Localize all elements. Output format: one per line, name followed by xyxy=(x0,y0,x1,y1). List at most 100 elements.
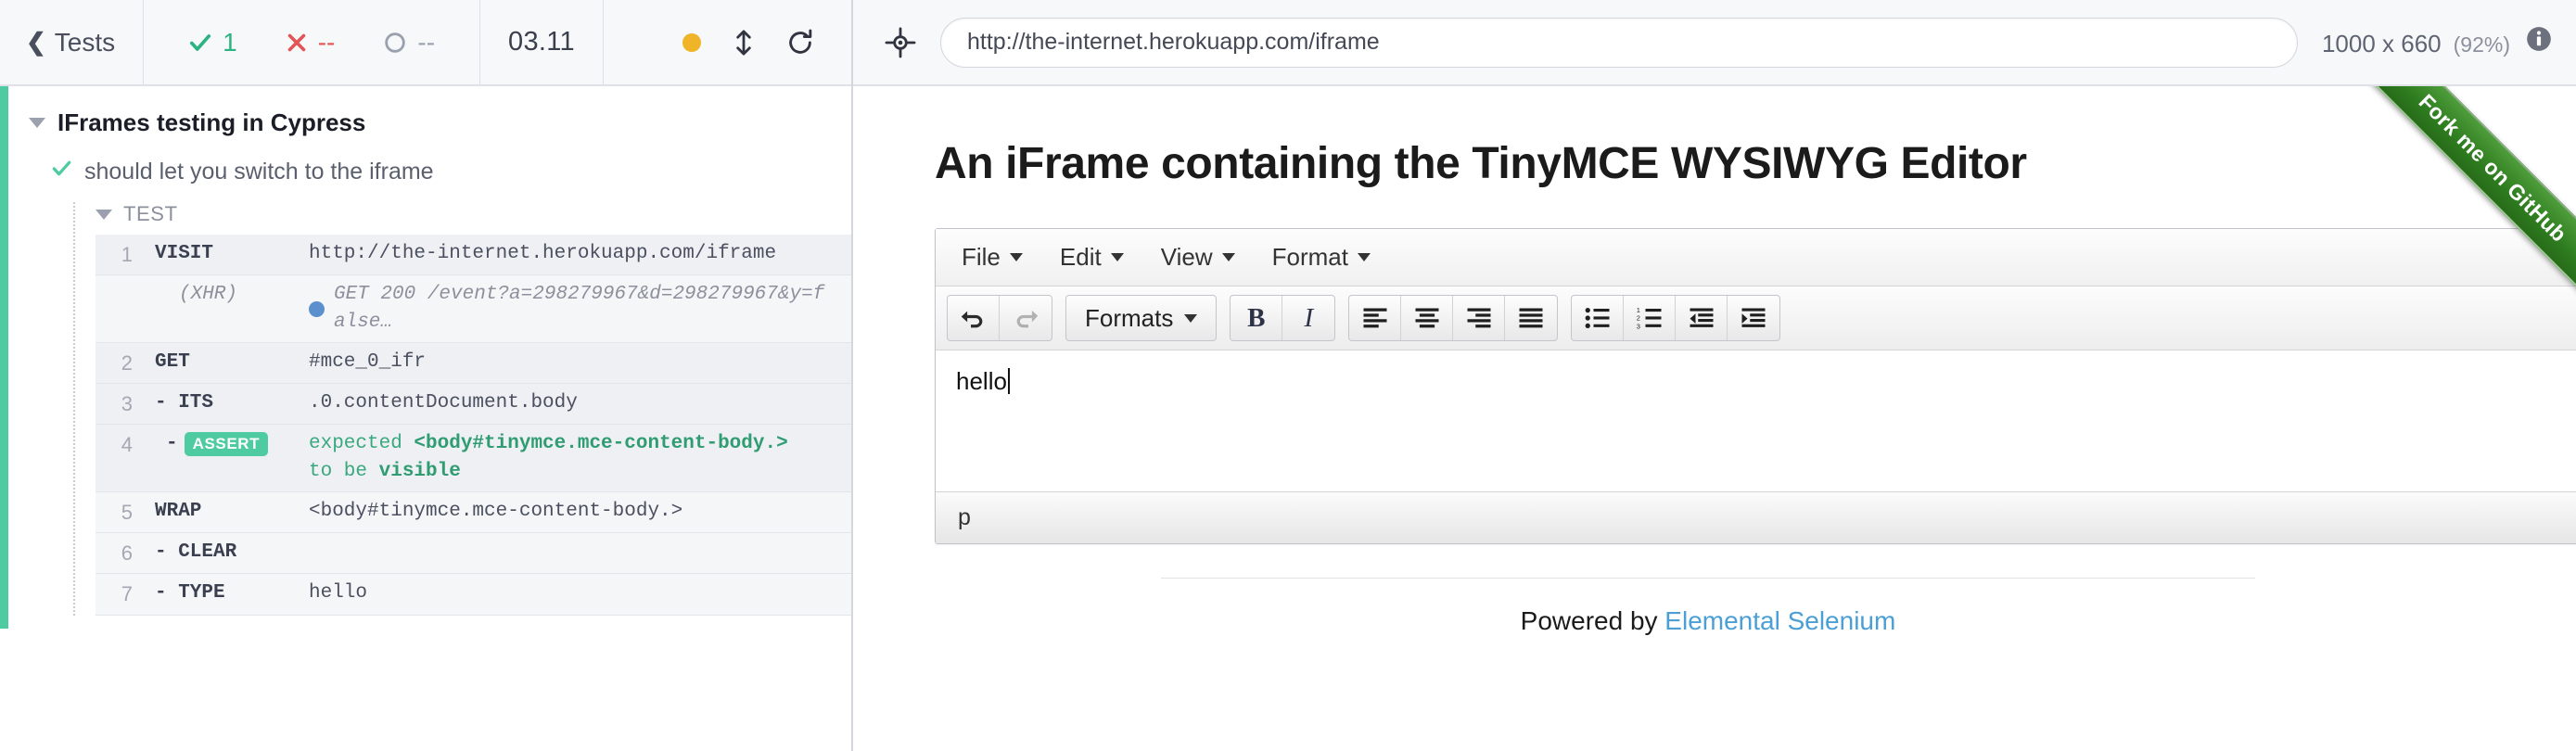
command-message: .0.contentDocument.body xyxy=(309,392,578,414)
editor-content-text: hello xyxy=(956,367,1007,395)
editor-menubar: File Edit View Format xyxy=(936,229,2576,286)
menu-edit[interactable]: Edit xyxy=(1043,235,1141,279)
menu-view-label: View xyxy=(1160,243,1213,271)
undo-button[interactable] xyxy=(948,296,1000,340)
svg-text:3: 3 xyxy=(1637,322,1640,330)
stat-failed: -- xyxy=(261,28,360,57)
back-to-tests-button[interactable]: ❮ Tests xyxy=(0,0,145,84)
command-row-xhr[interactable]: (XHR) GET 200 /event?a=298279967&d=29827… xyxy=(96,275,851,343)
italic-label: I xyxy=(1304,302,1314,333)
element-path[interactable]: p xyxy=(958,504,971,531)
command-row-assert[interactable]: 4 - ASSERT expected <body#tinymce.mce-co… xyxy=(96,425,851,492)
test-passed-check-icon xyxy=(51,158,72,185)
reporter-panel: ❮ Tests 1 -- -- 03.11 IFrames testing in… xyxy=(0,0,853,751)
suite-header[interactable]: IFrames testing in Cypress xyxy=(8,86,851,137)
toggle-auto-scroll-button[interactable] xyxy=(733,29,755,57)
hook-label-text: TEST xyxy=(123,202,178,225)
cypress-test-runner: ❮ Tests 1 -- -- 03.11 IFrames testing in… xyxy=(0,0,2576,751)
assert-subject: <body#tinymce.mce-content-body.> xyxy=(414,433,788,455)
stats-group: 1 -- -- xyxy=(144,0,481,84)
assert-message-mid: to be xyxy=(309,461,379,483)
command-message: expected <body#tinymce.mce-content-body.… xyxy=(309,430,851,486)
command-method: VISIT xyxy=(155,243,214,264)
command-row[interactable]: 1 VISIT http://the-internet.herokuapp.co… xyxy=(96,235,851,276)
chevron-down-icon xyxy=(1009,253,1023,261)
command-message: #mce_0_ifr xyxy=(309,350,427,373)
auto-scroll-status-dot xyxy=(682,32,701,52)
formats-label: Formats xyxy=(1085,303,1174,332)
chevron-down-icon xyxy=(1221,253,1235,261)
duration-timer: 03.11 xyxy=(480,0,604,84)
stat-pending-value: -- xyxy=(417,27,436,57)
command-number: 3 xyxy=(121,392,133,416)
editor-toolbar: Formats B I 1 2 3 xyxy=(936,286,2576,350)
assert-badge: ASSERT xyxy=(184,432,269,457)
align-right-button[interactable] xyxy=(1453,296,1506,340)
command-method: - ITS xyxy=(155,392,214,414)
assert-message-prefix: expected xyxy=(309,433,414,455)
menu-edit-label: Edit xyxy=(1059,243,1102,271)
suite-block: IFrames testing in Cypress should let yo… xyxy=(0,86,851,629)
outdent-button[interactable] xyxy=(1676,296,1728,340)
command-message: http://the-internet.herokuapp.com/iframe xyxy=(309,243,777,264)
info-icon[interactable] xyxy=(2522,26,2552,52)
editor-statusbar: p xyxy=(936,491,2576,543)
command-list: 1 VISIT http://the-internet.herokuapp.co… xyxy=(96,235,851,616)
restart-tests-button[interactable] xyxy=(786,29,814,57)
test-header[interactable]: should let you switch to the iframe xyxy=(8,137,851,185)
app-under-test-panel: http://the-internet.herokuapp.com/iframe… xyxy=(853,0,2576,751)
selector-playground-icon[interactable] xyxy=(885,27,916,58)
command-method: - ASSERT xyxy=(149,430,309,458)
command-method: GET xyxy=(155,350,190,373)
text-cursor xyxy=(1007,368,1010,394)
command-row[interactable]: 7 - TYPE hello xyxy=(96,574,851,616)
menu-format[interactable]: Format xyxy=(1256,235,1387,279)
command-number: 5 xyxy=(121,500,133,524)
redo-button[interactable] xyxy=(1000,296,1052,340)
formats-dropdown[interactable]: Formats xyxy=(1066,296,1216,340)
command-row[interactable]: 5 WRAP <body#tinymce.mce-content-body.> xyxy=(96,491,851,534)
list-indent-button-group: 123 xyxy=(1571,295,1781,341)
align-justify-button[interactable] xyxy=(1505,296,1557,340)
reporter-controls xyxy=(682,0,851,84)
command-row[interactable]: 2 GET #mce_0_ifr xyxy=(96,342,851,385)
menu-file[interactable]: File xyxy=(945,235,1039,279)
stat-pending: -- xyxy=(359,28,459,57)
caret-down-icon[interactable] xyxy=(96,209,112,220)
reporter-header: ❮ Tests 1 -- -- 03.11 xyxy=(0,0,851,86)
bullet-list-button[interactable] xyxy=(1572,296,1625,340)
stat-passed: 1 xyxy=(164,28,261,57)
hook-header[interactable]: TEST xyxy=(96,202,851,235)
editor-content-area[interactable]: hello xyxy=(936,350,2576,491)
align-center-button[interactable] xyxy=(1401,296,1454,340)
command-row[interactable]: 6 - CLEAR xyxy=(96,533,851,575)
viewport-size-indicator: 1000 x 660 (92%) xyxy=(2322,26,2552,58)
chevron-down-icon xyxy=(1357,253,1371,261)
align-left-button[interactable] xyxy=(1349,296,1402,340)
command-number: 1 xyxy=(121,243,133,266)
italic-button[interactable]: I xyxy=(1282,296,1334,340)
command-row[interactable]: 3 - ITS .0.contentDocument.body xyxy=(96,384,851,426)
command-message-wrap: GET 200 /event?a=298279967&d=298279967&y… xyxy=(309,281,851,337)
aut-url-bar: http://the-internet.herokuapp.com/iframe… xyxy=(853,0,2576,86)
bold-button[interactable]: B xyxy=(1231,296,1283,340)
caret-down-icon[interactable] xyxy=(29,118,45,128)
menu-view[interactable]: View xyxy=(1144,235,1252,279)
check-icon xyxy=(188,31,212,55)
menu-format-label: Format xyxy=(1271,243,1348,271)
command-number: 2 xyxy=(121,350,133,375)
command-number: 4 xyxy=(121,433,133,457)
footer-text: Powered by xyxy=(1520,606,1665,635)
suite-title-label: IFrames testing in Cypress xyxy=(57,108,366,136)
tinymce-editor: File Edit View Format Formats B I 1 2 3 … xyxy=(935,228,2576,544)
elemental-selenium-link[interactable]: Elemental Selenium xyxy=(1664,606,1895,635)
indent-button[interactable] xyxy=(1728,296,1779,340)
assert-expectation: visible xyxy=(378,461,461,483)
xhr-status-dot-icon xyxy=(309,300,325,317)
command-method: WRAP xyxy=(155,500,202,522)
text-style-button-group: B I xyxy=(1230,295,1336,341)
numbered-list-button[interactable]: 123 xyxy=(1624,296,1677,340)
chevron-left-icon: ❮ xyxy=(26,27,46,56)
reporter-body[interactable]: IFrames testing in Cypress should let yo… xyxy=(0,86,851,751)
url-input[interactable]: http://the-internet.herokuapp.com/iframe xyxy=(940,17,2298,68)
